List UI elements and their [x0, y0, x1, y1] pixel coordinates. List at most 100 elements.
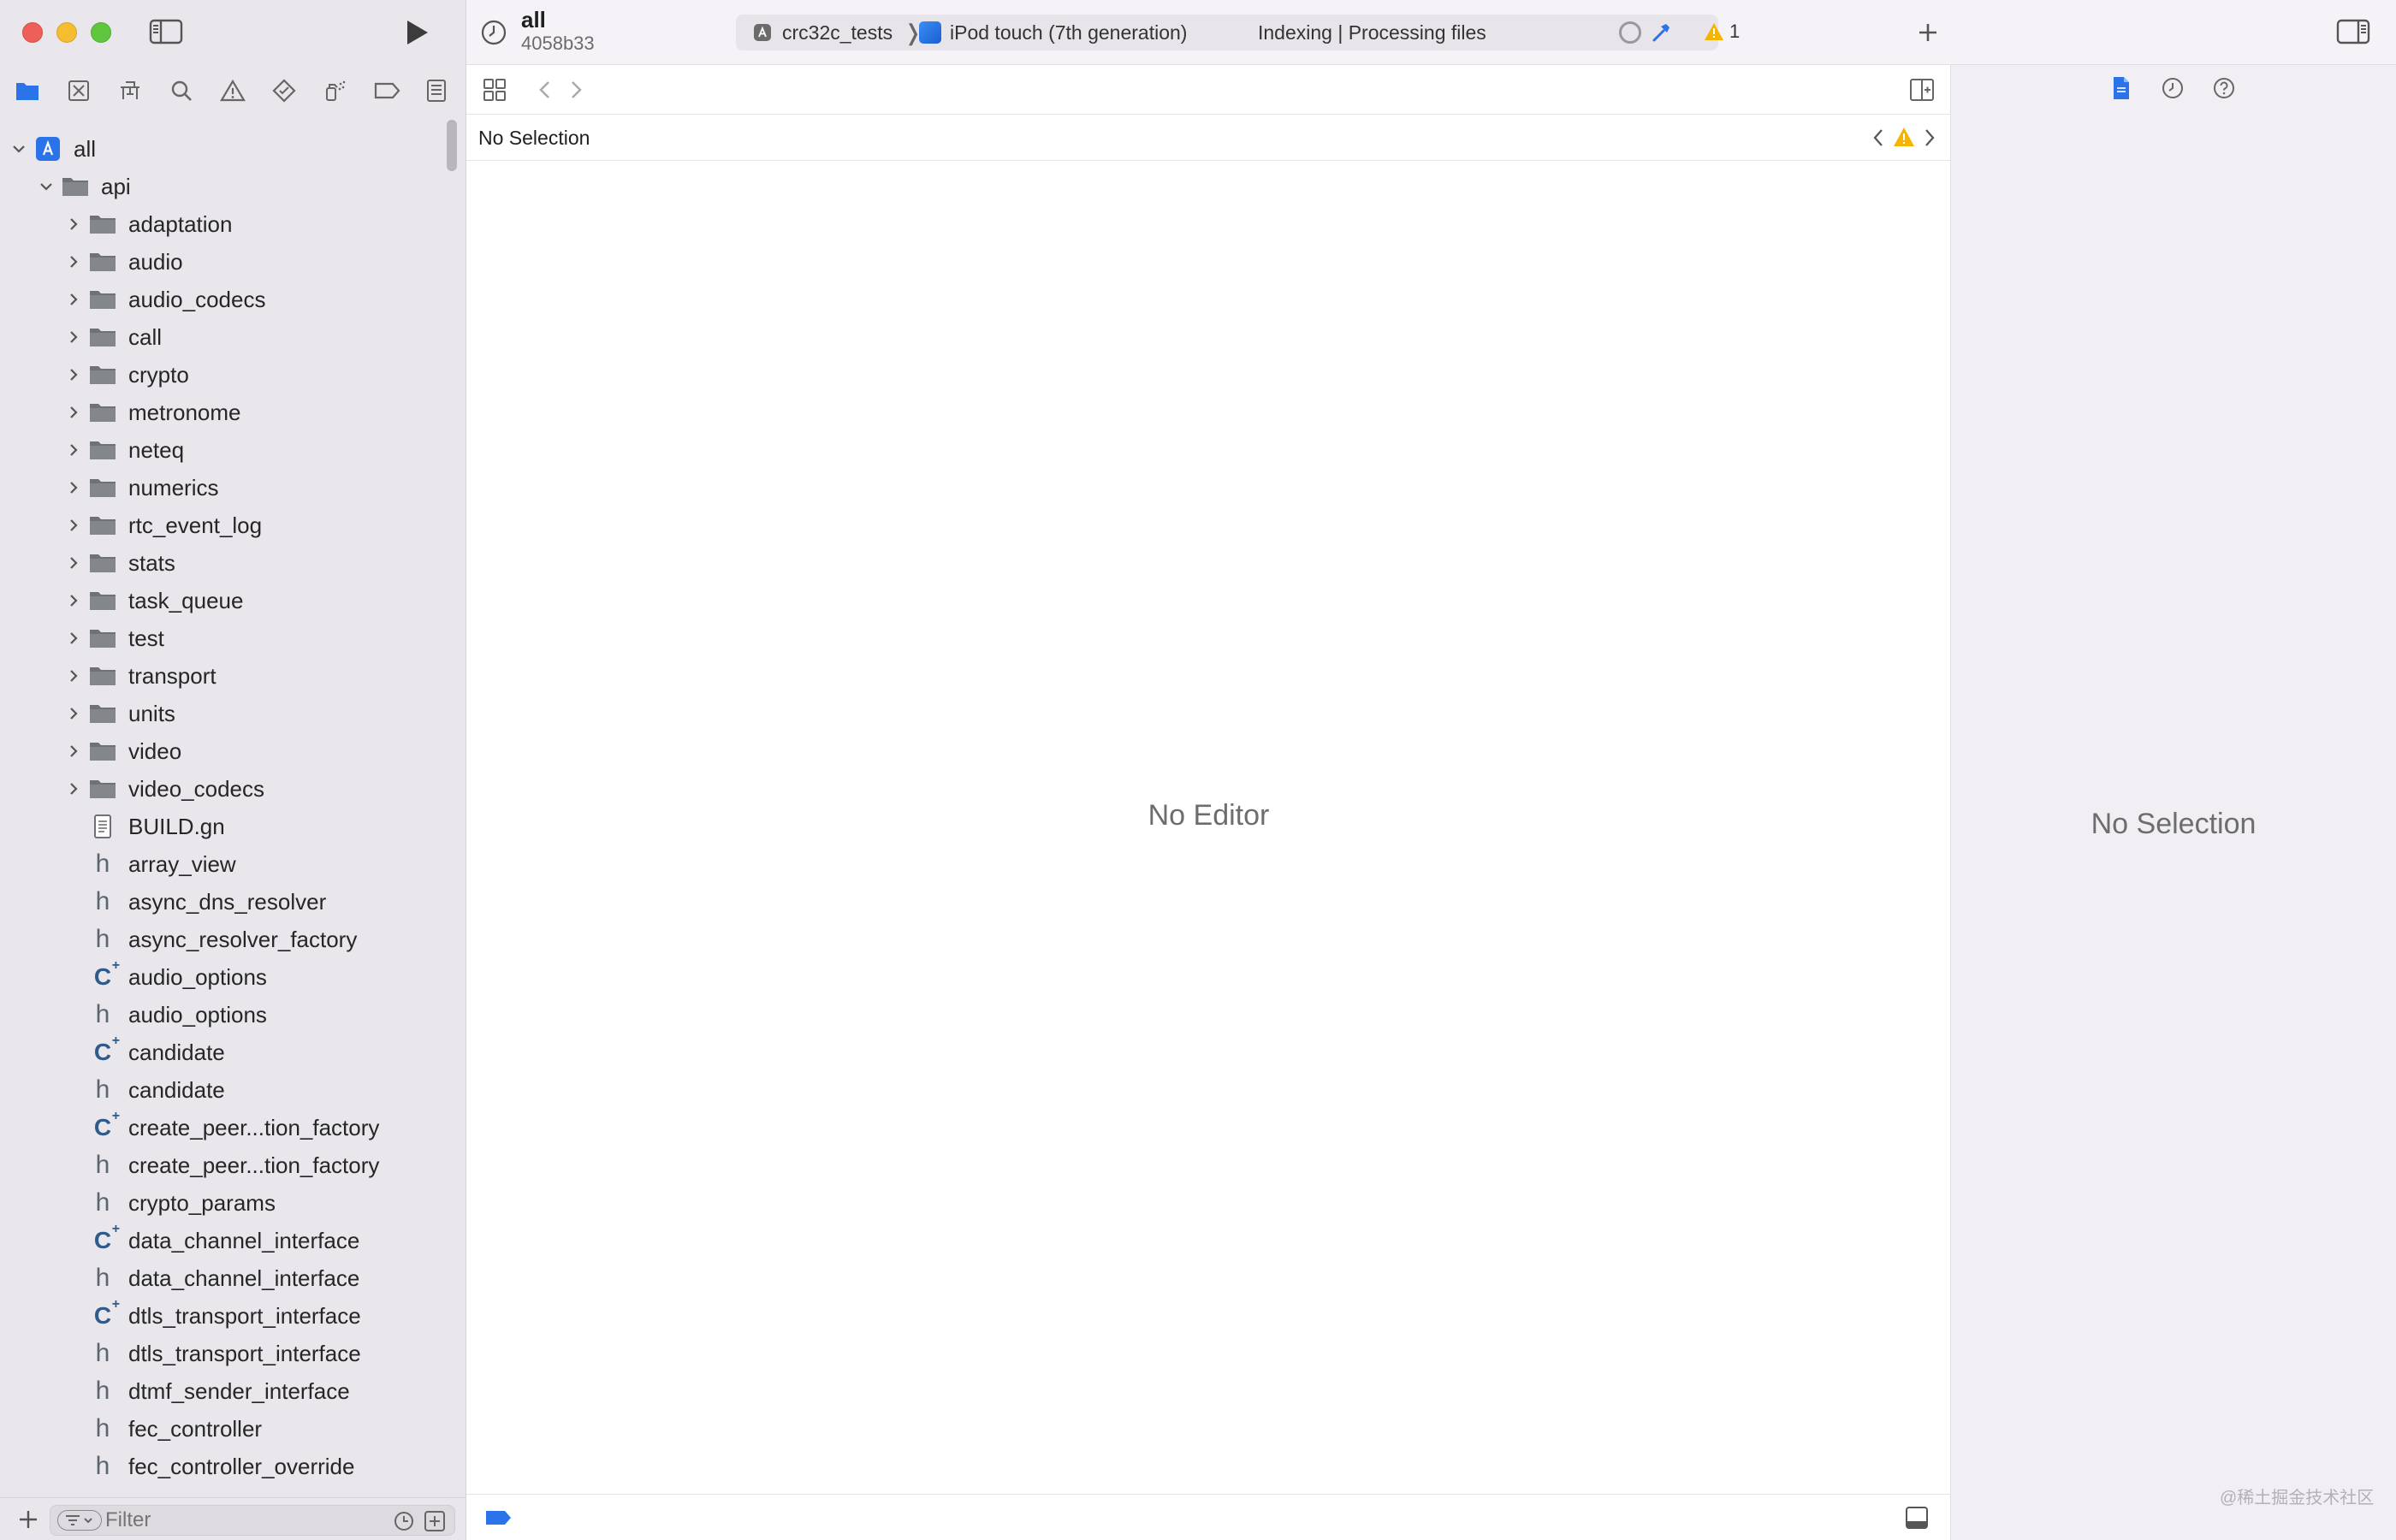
disclosure-chevron-right-icon[interactable] [63, 666, 84, 686]
disclosure-chevron-down-icon[interactable] [9, 139, 29, 159]
library-plus-icon[interactable] [1913, 17, 1943, 48]
no-selection-placeholder: No Selection [2091, 808, 2257, 840]
scheme-history-clock-icon[interactable] [480, 19, 507, 46]
recent-files-clock-icon[interactable] [393, 1510, 415, 1532]
previous-issue-chevron-icon[interactable] [1870, 125, 1887, 151]
tree-folder-row[interactable]: metronome [0, 394, 445, 431]
tree-folder-row[interactable]: all [0, 130, 445, 168]
tree-file-row[interactable]: C + create_peer...tion_factory [0, 1109, 445, 1146]
breakpoints-toggle-tag-icon[interactable] [485, 1510, 513, 1525]
disclosure-chevron-right-icon[interactable] [63, 477, 84, 498]
tree-folder-row[interactable]: audio_codecs [0, 281, 445, 318]
filter-input[interactable] [105, 1508, 362, 1532]
disclosure-chevron-down-icon[interactable] [36, 176, 56, 197]
tree-file-row[interactable]: h create_peer...tion_factory [0, 1146, 445, 1184]
run-button[interactable] [399, 17, 433, 48]
source-control-navigator-icon[interactable] [62, 74, 96, 108]
tree-folder-row[interactable]: stats [0, 544, 445, 582]
test-navigator-diamond-icon[interactable] [267, 74, 301, 108]
source-control-filter-icon[interactable] [424, 1510, 446, 1532]
issue-warning-icon[interactable] [1892, 125, 1916, 149]
filter-options-menu-icon[interactable] [57, 1510, 102, 1531]
disclosure-chevron-right-icon[interactable] [63, 590, 84, 611]
header-file-h-icon: h [95, 1151, 110, 1179]
debug-area-toggle-icon[interactable] [1904, 1505, 1930, 1531]
disclosure-chevron-right-icon[interactable] [63, 289, 84, 310]
quick-help-question-icon[interactable] [2209, 74, 2239, 103]
zoom-window-button[interactable] [91, 22, 111, 43]
tree-file-row[interactable]: h fec_controller [0, 1410, 445, 1448]
disclosure-chevron-right-icon[interactable] [63, 364, 84, 385]
warnings-badge[interactable]: 1 [1704, 19, 1755, 44]
related-items-grid-icon[interactable] [482, 77, 507, 103]
tree-folder-row[interactable]: rtc_event_log [0, 506, 445, 544]
tree-file-row[interactable]: h async_dns_resolver [0, 883, 445, 921]
next-issue-chevron-icon[interactable] [1921, 125, 1938, 151]
tree-file-row[interactable]: C + dtls_transport_interface [0, 1297, 445, 1335]
tree-file-row[interactable]: h crypto_params [0, 1184, 445, 1222]
build-hammer-icon[interactable] [1650, 21, 1672, 44]
tree-file-row[interactable]: h array_view [0, 845, 445, 883]
debug-navigator-spray-icon[interactable] [318, 74, 353, 108]
disclosure-chevron-right-icon[interactable] [63, 515, 84, 536]
tree-file-row[interactable]: h audio_options [0, 996, 445, 1034]
add-editor-split-icon[interactable] [1909, 77, 1935, 103]
file-inspector-document-icon[interactable] [2107, 74, 2136, 103]
tree-item-label: array_view [128, 850, 236, 877]
disclosure-chevron-right-icon[interactable] [63, 252, 84, 272]
disclosure-chevron-right-icon[interactable] [63, 703, 84, 724]
issue-navigator-warning-icon[interactable] [216, 74, 250, 108]
disclosure-chevron-right-icon[interactable] [63, 440, 84, 460]
tree-folder-row[interactable]: neteq [0, 431, 445, 469]
inspector-toggle-icon[interactable] [2336, 19, 2370, 44]
tree-folder-row[interactable]: call [0, 318, 445, 356]
find-navigator-search-icon[interactable] [164, 74, 199, 108]
tree-file-row[interactable]: BUILD.gn [0, 808, 445, 845]
cpp-source-file-icon: C + [93, 1034, 121, 1065]
tree-file-row[interactable]: h async_resolver_factory [0, 921, 445, 958]
tree-folder-row[interactable]: transport [0, 657, 445, 695]
history-inspector-clock-icon[interactable] [2158, 74, 2187, 103]
disclosure-chevron-right-icon[interactable] [63, 402, 84, 423]
tree-file-row[interactable]: h candidate [0, 1071, 445, 1109]
disclosure-chevron-right-icon[interactable] [63, 628, 84, 649]
breakpoint-navigator-tag-icon[interactable] [370, 74, 404, 108]
tree-folder-row[interactable]: video_codecs [0, 770, 445, 808]
navigator-scrollbar[interactable] [447, 120, 457, 171]
tree-folder-row[interactable]: video [0, 732, 445, 770]
navigate-back-chevron-icon[interactable] [533, 77, 557, 103]
tree-folder-row[interactable]: audio [0, 243, 445, 281]
tree-file-row[interactable]: h dtls_transport_interface [0, 1335, 445, 1372]
tree-file-row[interactable]: C + data_channel_interface [0, 1222, 445, 1259]
tree-file-row[interactable]: h fec_controller_override [0, 1448, 445, 1485]
navigate-forward-chevron-icon[interactable] [564, 77, 588, 103]
tree-folder-row[interactable]: units [0, 695, 445, 732]
disclosure-chevron-right-icon[interactable] [63, 553, 84, 573]
project-navigator-folder-icon[interactable] [10, 74, 44, 108]
minimize-window-button[interactable] [56, 22, 77, 43]
sidebar-toggle-icon[interactable] [149, 19, 183, 44]
disclosure-chevron-right-icon[interactable] [63, 327, 84, 347]
disclosure-chevron-right-icon[interactable] [63, 214, 84, 234]
disclosure-chevron-right-icon[interactable] [63, 741, 84, 761]
report-navigator-list-icon[interactable] [419, 74, 454, 108]
tree-folder-row[interactable]: adaptation [0, 205, 445, 243]
tree-file-row[interactable]: C + candidate [0, 1034, 445, 1071]
run-destination-selector[interactable]: iPod touch (7th generation) [950, 21, 1187, 44]
close-window-button[interactable] [22, 22, 43, 43]
tree-file-row[interactable]: h data_channel_interface [0, 1259, 445, 1297]
scheme-title[interactable]: all [521, 7, 546, 33]
disclosure-chevron-right-icon[interactable] [63, 779, 84, 799]
tree-item-label: transport [128, 662, 216, 689]
scheme-selector[interactable]: crc32c_tests [782, 21, 893, 44]
tree-folder-row[interactable]: test [0, 619, 445, 657]
tree-file-row[interactable]: C + audio_options [0, 958, 445, 996]
tree-folder-row[interactable]: task_queue [0, 582, 445, 619]
add-file-plus-icon[interactable] [15, 1507, 41, 1532]
tree-folder-row[interactable]: crypto [0, 356, 445, 394]
jump-bar-path[interactable]: No Selection [478, 127, 590, 150]
symbol-navigator-icon[interactable] [113, 74, 147, 108]
tree-file-row[interactable]: h dtmf_sender_interface [0, 1372, 445, 1410]
tree-folder-row[interactable]: api [0, 168, 445, 205]
tree-folder-row[interactable]: numerics [0, 469, 445, 506]
